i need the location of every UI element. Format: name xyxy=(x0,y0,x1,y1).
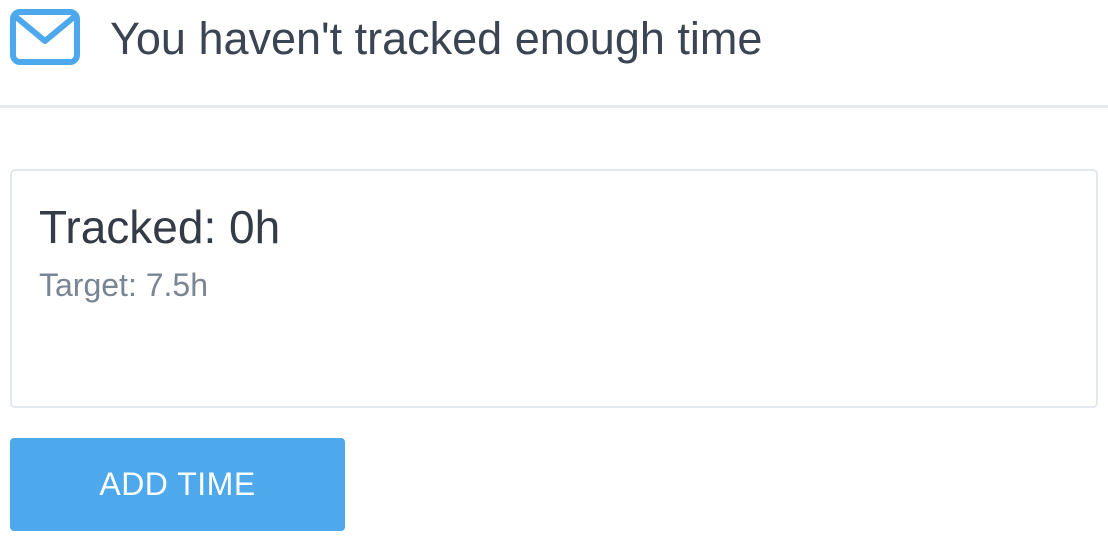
add-time-button[interactable]: ADD TIME xyxy=(10,438,345,531)
notification-header: You haven't tracked enough time xyxy=(0,0,1108,108)
tracked-time-label: Tracked: 0h xyxy=(39,201,281,253)
target-time-label: Target: 7.5h xyxy=(39,267,208,303)
notification-title: You haven't tracked enough time xyxy=(110,13,763,64)
envelope-icon xyxy=(10,9,80,65)
time-summary-card: Tracked: 0h Target: 7.5h xyxy=(10,169,1098,408)
